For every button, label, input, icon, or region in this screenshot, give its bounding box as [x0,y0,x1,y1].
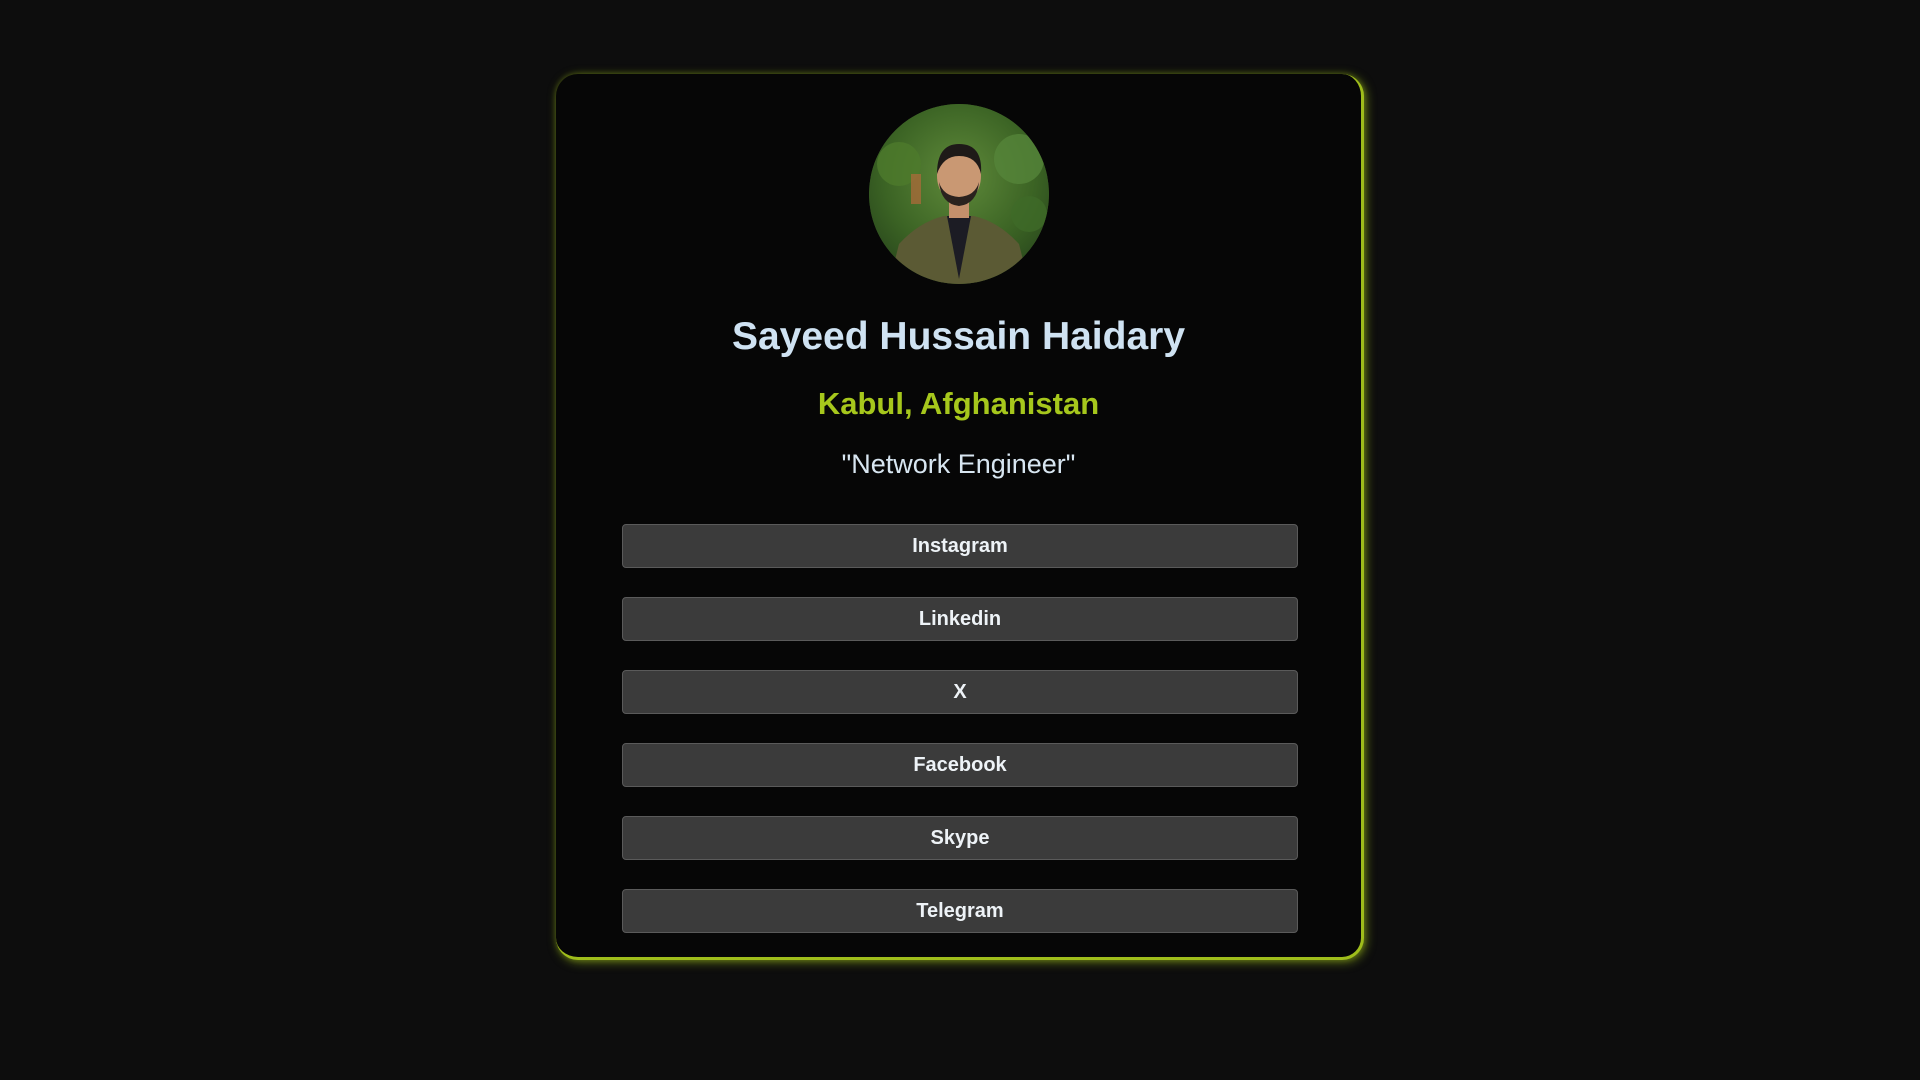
profile-card: Sayeed Hussain Haidary Kabul, Afghanista… [556,74,1364,960]
x-link-button[interactable]: X [622,670,1298,714]
social-links: Instagram Linkedin X Facebook Skype Tele… [622,524,1298,962]
profile-name: Sayeed Hussain Haidary [731,315,1186,358]
telegram-link-button[interactable]: Telegram [622,889,1298,933]
profile-location: Kabul, Afghanistan [817,386,1100,421]
avatar [869,104,1049,284]
skype-link-button[interactable]: Skype [622,816,1298,860]
facebook-link-button[interactable]: Facebook [622,743,1298,787]
linkedin-link-button[interactable]: Linkedin [622,597,1298,641]
profile-photo-icon [869,104,1049,284]
instagram-link-button[interactable]: Instagram [622,524,1298,568]
profile-tagline: "Network Engineer" [841,449,1076,479]
